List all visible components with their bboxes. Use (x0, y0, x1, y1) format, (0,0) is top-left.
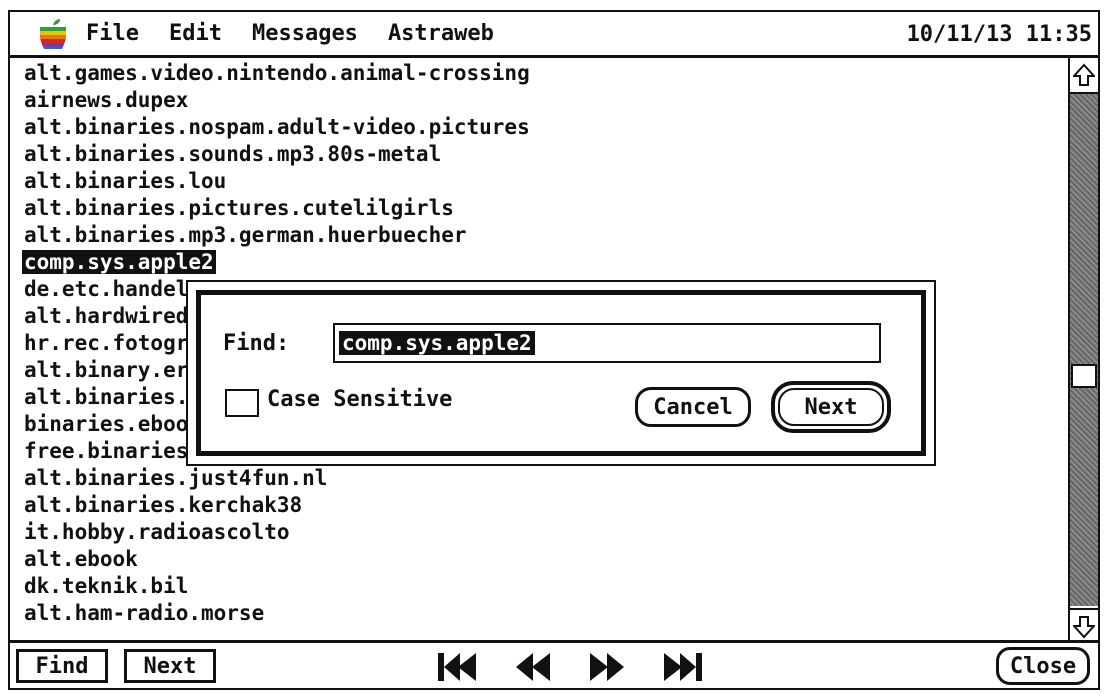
list-item[interactable]: alt.binaries.just4fun.nl (22, 465, 1072, 492)
list-item[interactable]: alt.binaries.sounds.mp3.80s-metal (22, 141, 1072, 168)
list-item[interactable]: alt.games.video.nintendo.animal-crossing (22, 60, 1072, 87)
find-input[interactable]: comp.sys.apple2 (333, 323, 881, 363)
apple-logo-icon[interactable] (36, 17, 70, 51)
list-item[interactable]: alt.binaries.lou (22, 168, 1072, 195)
menu-bar: File Edit Messages Astraweb 10/11/13 11:… (10, 12, 1098, 58)
newsgroup-name: alt.binaries.just4fun.nl (24, 466, 328, 490)
newsgroup-name: alt.binaries.nospam.adult-video.pictures (24, 115, 530, 139)
newsgroup-name: comp.sys.apple2 (22, 250, 216, 274)
next-default-button[interactable]: Next (771, 381, 891, 433)
find-dialog-body: Find: comp.sys.apple2 Case Sensitive Can… (196, 290, 926, 456)
newsgroup-name: alt.ebook (24, 547, 138, 571)
case-sensitive-checkbox[interactable] (225, 389, 259, 417)
menu-astraweb[interactable]: Astraweb (388, 21, 494, 46)
close-button[interactable]: Close (996, 647, 1090, 685)
find-input-value[interactable]: comp.sys.apple2 (339, 331, 535, 355)
list-item[interactable]: alt.ham-radio.morse (22, 600, 1072, 627)
list-item[interactable]: alt.binaries.nospam.adult-video.pictures (22, 114, 1072, 141)
cancel-button[interactable]: Cancel (635, 387, 751, 427)
newsgroup-name: alt.binaries.pictures.cutelilgirls (24, 196, 454, 220)
list-item[interactable]: alt.binaries.mp3.german.huerbuecher (22, 222, 1072, 249)
fast-forward-icon[interactable] (588, 651, 626, 683)
newsgroup-name: alt.binaries.e (24, 385, 202, 409)
find-label: Find: (223, 331, 290, 356)
newsgroup-name: alt.games.video.nintendo.animal-crossing (24, 61, 530, 85)
newsgroup-name: alt.hardwired (24, 304, 189, 328)
navigation-controls (436, 651, 704, 683)
menu-file[interactable]: File (86, 21, 139, 46)
vertical-scrollbar[interactable] (1068, 58, 1098, 644)
list-item[interactable]: alt.binaries.kerchak38 (22, 492, 1072, 519)
next-button[interactable]: Next (124, 649, 216, 683)
skip-to-first-icon[interactable] (436, 651, 478, 683)
newsgroup-name: alt.ham-radio.morse (24, 601, 265, 625)
app-window: File Edit Messages Astraweb 10/11/13 11:… (8, 10, 1100, 690)
list-item-selected[interactable]: comp.sys.apple2 (22, 249, 1072, 276)
newsgroup-name: de.etc.handel (24, 277, 189, 301)
list-item[interactable]: alt.binaries.pictures.cutelilgirls (22, 195, 1072, 222)
newsgroup-name: alt.binary.erc (24, 358, 202, 382)
find-button[interactable]: Find (16, 649, 108, 683)
bottom-toolbar: Find Next Close (10, 640, 1098, 688)
list-item[interactable]: airnews.dupex (22, 87, 1072, 114)
menu-messages[interactable]: Messages (252, 21, 358, 46)
newsgroup-name: dk.teknik.bil (24, 574, 189, 598)
rewind-icon[interactable] (514, 651, 552, 683)
skip-to-last-icon[interactable] (662, 651, 704, 683)
clock: 10/11/13 11:35 (906, 22, 1092, 47)
scroll-down-arrow-icon[interactable] (1070, 608, 1098, 644)
list-item[interactable]: it.hobby.radioascolto (22, 519, 1072, 546)
next-default-button-label: Next (778, 388, 884, 426)
list-item[interactable]: alt.ebook (22, 546, 1072, 573)
newsgroup-name: airnews.dupex (24, 88, 189, 112)
scroll-up-arrow-icon[interactable] (1070, 58, 1098, 94)
case-sensitive-label[interactable]: Case Sensitive (267, 387, 452, 412)
newsgroup-name: binaries.eboo (24, 412, 189, 436)
scroll-thumb[interactable] (1071, 364, 1097, 388)
newsgroup-name: it.hobby.radioascolto (24, 520, 290, 544)
newsgroup-name: alt.binaries.mp3.german.huerbuecher (24, 223, 467, 247)
newsgroup-name: alt.binaries.sounds.mp3.80s-metal (24, 142, 442, 166)
list-item[interactable]: dk.teknik.bil (22, 573, 1072, 600)
find-dialog: Find: comp.sys.apple2 Case Sensitive Can… (186, 280, 936, 466)
newsgroup-name: alt.binaries.lou (24, 169, 227, 193)
newsgroup-name: alt.binaries.kerchak38 (24, 493, 303, 517)
menu-edit[interactable]: Edit (169, 21, 222, 46)
scroll-track[interactable] (1070, 94, 1098, 606)
newsgroup-name: hr.rec.fotogra (24, 331, 202, 355)
